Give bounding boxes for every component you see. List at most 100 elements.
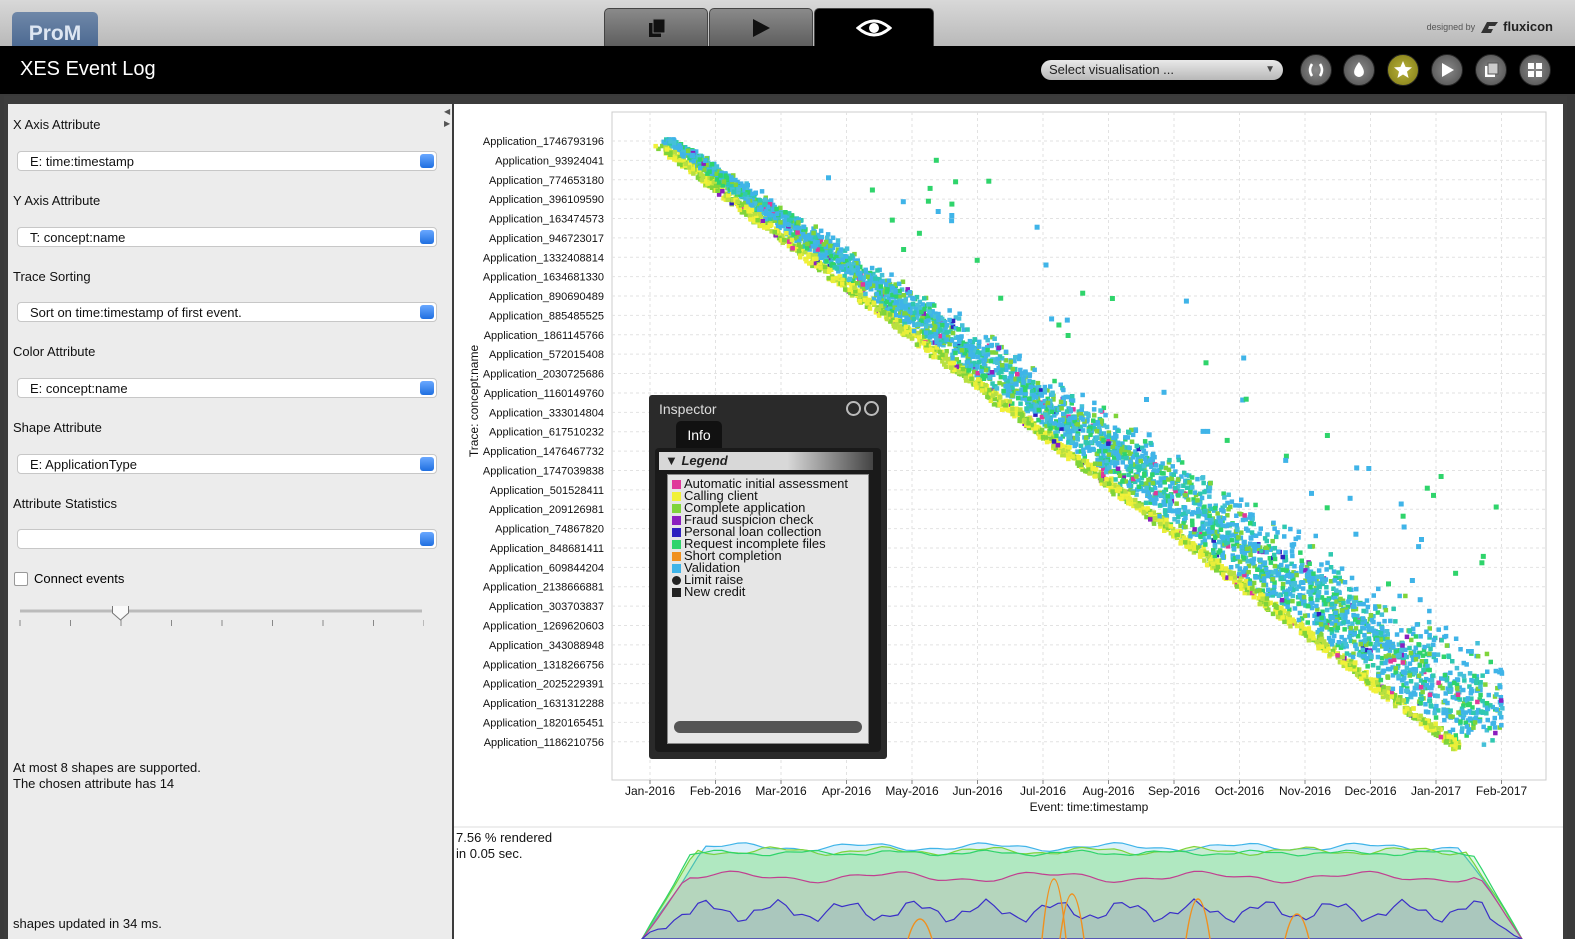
event-point [1148, 511, 1153, 517]
event-point [1178, 541, 1183, 546]
event-point [1493, 730, 1498, 736]
event-point [1272, 556, 1278, 562]
play-view-tab[interactable] [709, 8, 813, 46]
copy-button[interactable] [1475, 54, 1507, 86]
event-point [920, 302, 925, 307]
event-point [839, 281, 845, 286]
event-point [1427, 692, 1433, 697]
event-point [1326, 646, 1331, 651]
event-point [1009, 374, 1014, 379]
event-point [1081, 458, 1086, 463]
event-point [1282, 534, 1287, 539]
event-point [1181, 483, 1186, 488]
event-point [1236, 535, 1241, 540]
event-point [1098, 408, 1103, 413]
slider[interactable] [18, 606, 424, 636]
event-point [1461, 687, 1466, 693]
trace-sorting-select[interactable]: Sort on time:timestamp of first event. [17, 302, 437, 322]
dotted-chart[interactable]: Jan-2016 Feb-2016 Mar-2016 Apr-2016 May-2016… [454, 104, 1563, 939]
event-point [796, 220, 801, 225]
event-point [1460, 726, 1465, 731]
event-point [1383, 607, 1389, 613]
drop-button[interactable] [1343, 54, 1375, 86]
grid-button[interactable] [1519, 54, 1551, 86]
event-point [1429, 678, 1435, 683]
event-point [1413, 667, 1419, 672]
event-point [1190, 522, 1195, 528]
event-point [969, 376, 974, 381]
event-point [685, 148, 691, 154]
attribute-statistics-select[interactable] [17, 529, 437, 549]
event-point [1499, 715, 1504, 720]
event-point [1017, 418, 1022, 424]
event-point [975, 354, 980, 360]
play-button[interactable] [1431, 54, 1463, 86]
event-point [1260, 596, 1265, 601]
event-point [1242, 551, 1248, 556]
select-visualisation-dropdown[interactable]: Select visualisation ... ▼ [1041, 60, 1283, 80]
slider-handle[interactable] [112, 606, 129, 621]
event-point [1129, 439, 1135, 444]
event-point [1362, 626, 1367, 631]
select-visualisation-label: Select visualisation ... [1049, 62, 1175, 77]
event-point [1249, 558, 1254, 563]
event-point [1400, 660, 1406, 665]
event-point [1183, 524, 1188, 530]
event-point [1347, 594, 1352, 600]
event-point [1207, 494, 1212, 499]
event-point [944, 323, 949, 328]
event-point [1032, 367, 1037, 373]
color-attribute-select[interactable]: E: concept:name [17, 378, 437, 398]
event-point [1222, 503, 1227, 508]
event-point [1067, 417, 1072, 423]
event-point [1481, 724, 1486, 730]
event-point [1372, 645, 1377, 651]
shape-attribute-select[interactable]: E: ApplicationType [17, 454, 437, 474]
event-point [947, 317, 952, 323]
panel-collapse-arrows[interactable]: ◀ ▶ [444, 106, 450, 130]
event-point [1296, 535, 1301, 540]
chevron-updown-icon [420, 230, 434, 244]
event-point [1104, 477, 1109, 482]
event-point [1306, 589, 1311, 595]
event-point [957, 311, 962, 316]
event-point [1373, 606, 1378, 611]
event-point [1469, 677, 1474, 683]
connect-events-checkbox[interactable]: Connect events [14, 571, 124, 586]
refresh-button[interactable] [1300, 54, 1332, 86]
event-point [1341, 620, 1346, 625]
shape-count-message: The chosen attribute has 14 [13, 776, 175, 791]
event-point [1498, 684, 1503, 690]
event-point [1409, 637, 1414, 643]
event-point [1324, 607, 1330, 613]
event-point [1485, 669, 1490, 674]
x-tick-label: Aug-2016 [1082, 784, 1134, 798]
event-point [1192, 527, 1197, 532]
event-point [1408, 679, 1414, 684]
event-point [762, 202, 767, 208]
event-point [1453, 741, 1459, 746]
event-point [924, 347, 929, 353]
checkbox-box[interactable] [14, 571, 28, 586]
event-point [811, 230, 816, 236]
eye-view-tab[interactable] [814, 8, 934, 46]
event-point [894, 322, 899, 327]
event-point [1157, 503, 1163, 508]
event-point [1382, 618, 1387, 624]
copy-view-tab[interactable] [604, 8, 708, 46]
view-tabs [604, 8, 935, 46]
event-point [1257, 601, 1263, 607]
prom-logo[interactable]: ProM [12, 12, 98, 46]
event-point [759, 189, 765, 194]
event-point [1270, 538, 1275, 544]
event-point [1361, 601, 1366, 607]
x-axis-select[interactable]: E: time:timestamp [17, 151, 437, 171]
star-button[interactable] [1387, 54, 1419, 86]
event-point [1173, 485, 1178, 491]
event-point [1365, 604, 1371, 610]
event-point [653, 143, 658, 149]
event-point [1290, 582, 1296, 587]
event-point [1328, 565, 1334, 570]
event-point [1427, 651, 1432, 657]
y-axis-select[interactable]: T: concept:name [17, 227, 437, 247]
